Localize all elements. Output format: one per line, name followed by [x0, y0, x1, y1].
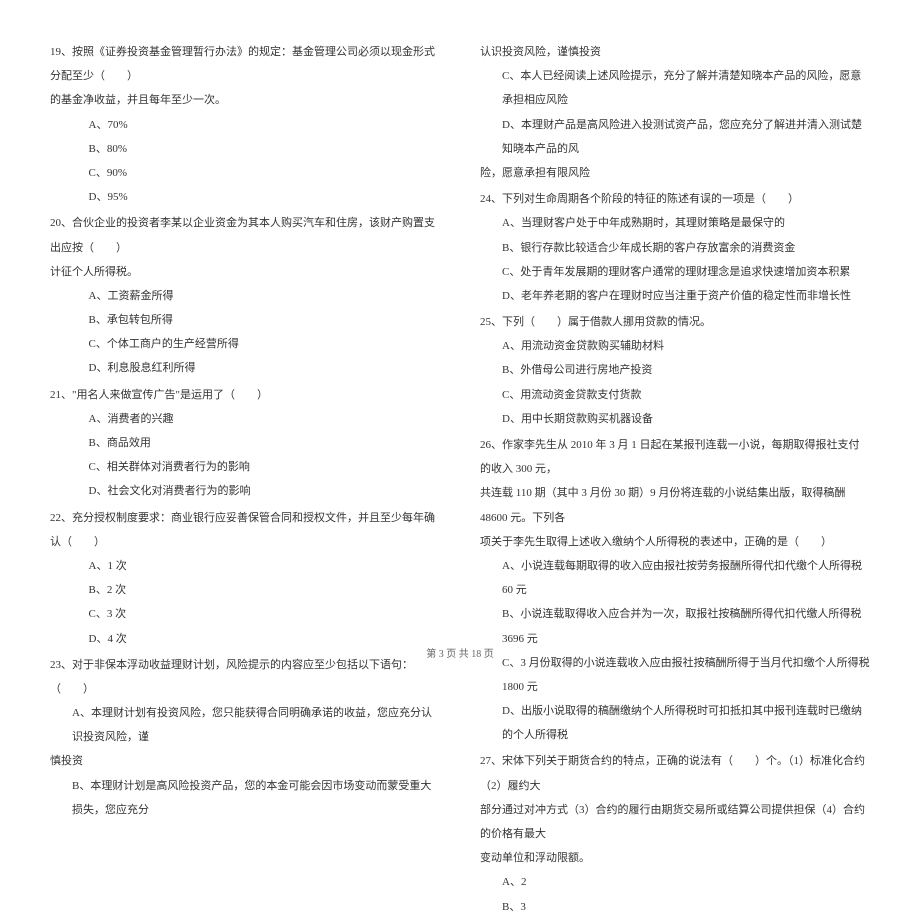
q26-option-a: A、小说连载每期取得的收入应由报社按劳务报酬所得代扣代缴个人所得税 60 元: [480, 554, 870, 602]
q19-text: 19、按照《证券投资基金管理暂行办法》的规定：基金管理公司必须以现金形式分配至少…: [50, 40, 440, 88]
question-25: 25、下列（ ）属于借款人挪用贷款的情况。 A、用流动资金贷款购买辅助材料 B、…: [480, 310, 870, 431]
q23-option-d: D、本理财产品是高风险进入投测试资产品，您应充分了解进并清入测试楚知晓本产品的风: [480, 113, 870, 161]
q26-option-c: C、3 月份取得的小说连载收入应由报社按稿酬所得于当月代扣缴个人所得税 1800…: [480, 651, 870, 699]
question-27: 27、宋体下列关于期货合约的特点，正确的说法有（ ）个。（1）标准化合约（2）履…: [480, 749, 870, 918]
question-26: 26、作家李先生从 2010 年 3 月 1 日起在某报刊连载一小说，每期取得报…: [480, 433, 870, 747]
q24-text: 24、下列对生命周期各个阶段的特征的陈述有误的一项是（ ）: [480, 187, 870, 211]
q21-text: 21、"用名人来做宣传广告"是运用了（ ）: [50, 383, 440, 407]
question-23-cont: 认识投资风险，谨慎投资 C、本人已经阅读上述风险提示，充分了解并清楚知晓本产品的…: [480, 40, 870, 185]
question-22: 22、充分授权制度要求：商业银行应妥善保管合同和授权文件，并且至少每年确认（ ）…: [50, 506, 440, 651]
q27-option-b: B、3: [480, 895, 870, 919]
q20-option-b: B、承包转包所得: [50, 308, 440, 332]
q20-option-d: D、利息股息红利所得: [50, 356, 440, 380]
q19-option-c: C、90%: [50, 161, 440, 185]
q23-text: 23、对于非保本浮动收益理财计划，风险提示的内容应至少包括以下语句：（ ）: [50, 653, 440, 701]
q23-option-b: B、本理财计划是高风险投资产品，您的本金可能会因市场变动而蒙受重大损失，您应充分: [50, 774, 440, 822]
q22-text: 22、充分授权制度要求：商业银行应妥善保管合同和授权文件，并且至少每年确认（ ）: [50, 506, 440, 554]
q23-option-a-cont: 慎投资: [50, 749, 440, 773]
question-21: 21、"用名人来做宣传广告"是运用了（ ） A、消费者的兴趣 B、商品效用 C、…: [50, 383, 440, 504]
q25-option-b: B、外借母公司进行房地产投资: [480, 358, 870, 382]
q23-cont-text: 认识投资风险，谨慎投资: [480, 40, 870, 64]
q26-text: 26、作家李先生从 2010 年 3 月 1 日起在某报刊连载一小说，每期取得报…: [480, 433, 870, 481]
q25-option-c: C、用流动资金贷款支付货款: [480, 383, 870, 407]
right-column: 认识投资风险，谨慎投资 C、本人已经阅读上述风险提示，充分了解并清楚知晓本产品的…: [480, 40, 870, 620]
q19-option-b: B、80%: [50, 137, 440, 161]
q21-option-d: D、社会文化对消费者行为的影响: [50, 479, 440, 503]
q22-option-c: C、3 次: [50, 602, 440, 626]
q19-option-a: A、70%: [50, 113, 440, 137]
q24-option-d: D、老年养老期的客户在理财时应当注重于资产价值的稳定性而非增长性: [480, 284, 870, 308]
q27-option-a: A、2: [480, 870, 870, 894]
q23-option-d-cont: 险，愿意承担有限风险: [480, 161, 870, 185]
q26-cont1: 共连载 110 期（其中 3 月份 30 期）9 月份将连载的小说结集出版，取得…: [480, 481, 870, 529]
q20-option-c: C、个体工商户的生产经营所得: [50, 332, 440, 356]
q25-option-a: A、用流动资金贷款购买辅助材料: [480, 334, 870, 358]
q20-cont: 计征个人所得税。: [50, 260, 440, 284]
question-24: 24、下列对生命周期各个阶段的特征的陈述有误的一项是（ ） A、当理财客户处于中…: [480, 187, 870, 308]
left-column: 19、按照《证券投资基金管理暂行办法》的规定：基金管理公司必须以现金形式分配至少…: [50, 40, 440, 620]
q27-cont1: 部分通过对冲方式（3）合约的履行由期货交易所或结算公司提供担保（4）合约的价格有…: [480, 798, 870, 846]
question-20: 20、合伙企业的投资者李某以企业资金为其本人购买汽车和住房，该财产购置支出应按（…: [50, 211, 440, 380]
q23-option-c: C、本人已经阅读上述风险提示，充分了解并清楚知晓本产品的风险，愿意承担相应风险: [480, 64, 870, 112]
q19-option-d: D、95%: [50, 185, 440, 209]
q20-option-a: A、工资薪金所得: [50, 284, 440, 308]
q21-option-c: C、相关群体对消费者行为的影响: [50, 455, 440, 479]
q21-option-b: B、商品效用: [50, 431, 440, 455]
q23-option-a: A、本理财计划有投资风险，您只能获得合同明确承诺的收益，您应充分认识投资风险，谨: [50, 701, 440, 749]
q25-text: 25、下列（ ）属于借款人挪用贷款的情况。: [480, 310, 870, 334]
q26-option-d: D、出版小说取得的稿酬缴纳个人所得税时可扣抵扣其中报刊连载时已缴纳的个人所得税: [480, 699, 870, 747]
question-19: 19、按照《证券投资基金管理暂行办法》的规定：基金管理公司必须以现金形式分配至少…: [50, 40, 440, 209]
q24-option-c: C、处于青年发展期的理财客户通常的理财理念是追求快速增加资本积累: [480, 260, 870, 284]
q22-option-d: D、4 次: [50, 627, 440, 651]
q25-option-d: D、用中长期贷款购买机器设备: [480, 407, 870, 431]
q19-cont: 的基金净收益，并且每年至少一次。: [50, 88, 440, 112]
q22-option-b: B、2 次: [50, 578, 440, 602]
q24-option-b: B、银行存款比较适合少年成长期的客户存放富余的消费资金: [480, 236, 870, 260]
q27-cont2: 变动单位和浮动限额。: [480, 846, 870, 870]
q22-option-a: A、1 次: [50, 554, 440, 578]
q26-option-b: B、小说连载取得收入应合并为一次，取报社按稿酬所得代扣代缴人所得税 3696 元: [480, 602, 870, 650]
q24-option-a: A、当理财客户处于中年成熟期时，其理财策略是最保守的: [480, 211, 870, 235]
q21-option-a: A、消费者的兴趣: [50, 407, 440, 431]
question-23: 23、对于非保本浮动收益理财计划，风险提示的内容应至少包括以下语句：（ ） A、…: [50, 653, 440, 822]
q26-cont2: 项关于李先生取得上述收入缴纳个人所得税的表述中，正确的是（ ）: [480, 530, 870, 554]
q20-text: 20、合伙企业的投资者李某以企业资金为其本人购买汽车和住房，该财产购置支出应按（…: [50, 211, 440, 259]
q27-text: 27、宋体下列关于期货合约的特点，正确的说法有（ ）个。（1）标准化合约（2）履…: [480, 749, 870, 797]
